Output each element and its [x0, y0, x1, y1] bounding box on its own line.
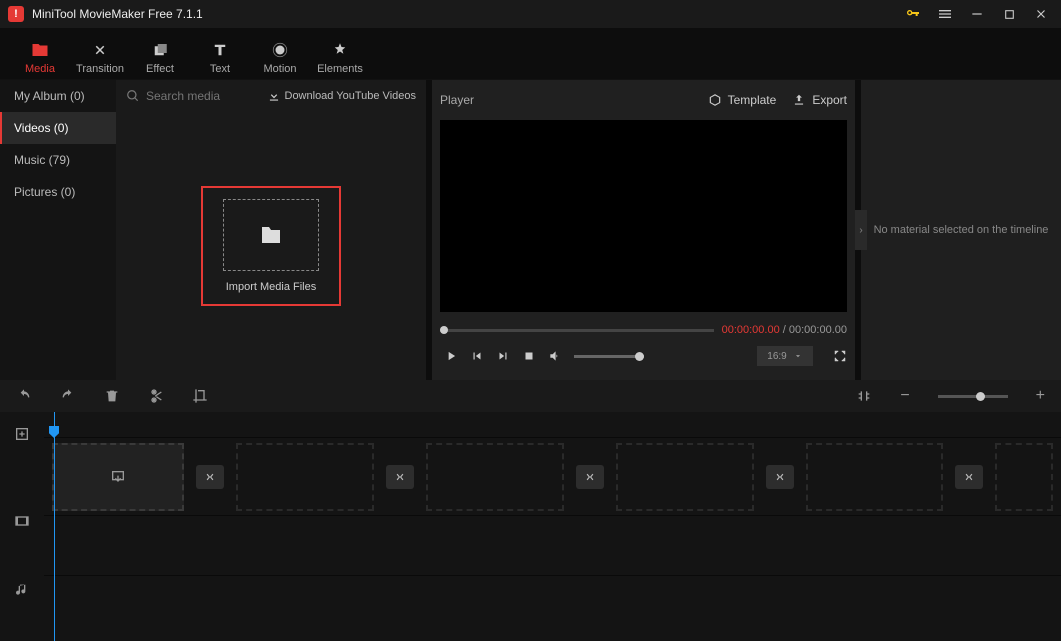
download-youtube-button[interactable]: Download YouTube Videos [267, 89, 417, 103]
split-button[interactable] [148, 388, 164, 404]
play-button[interactable] [444, 349, 458, 363]
export-icon [792, 93, 806, 107]
import-media-button[interactable]: Import Media Files [201, 186, 341, 306]
search-icon [126, 89, 140, 103]
stop-button[interactable] [522, 349, 536, 363]
template-label: Template [728, 93, 777, 107]
redo-button[interactable] [60, 388, 76, 404]
video-track-icon [0, 482, 44, 560]
video-track[interactable] [44, 438, 1061, 516]
tab-elements[interactable]: Elements [310, 36, 370, 79]
prev-frame-button[interactable] [470, 349, 484, 363]
chevron-down-icon [793, 351, 803, 361]
progress-slider[interactable] [440, 329, 714, 332]
maximize-button[interactable] [997, 2, 1021, 26]
tab-text-label: Text [210, 63, 230, 75]
template-icon [708, 93, 722, 107]
media-sidebar: My Album (0) Videos (0) Music (79) Pictu… [0, 80, 116, 380]
tab-media[interactable]: Media [10, 36, 70, 79]
undo-button[interactable] [16, 388, 32, 404]
zoom-in-button[interactable]: + [1036, 388, 1045, 404]
export-label: Export [812, 93, 847, 107]
tab-effect[interactable]: Effect [130, 36, 190, 79]
tab-elements-label: Elements [317, 63, 363, 75]
properties-panel: › No material selected on the timeline [861, 80, 1061, 380]
timeline-ruler[interactable] [44, 412, 1061, 438]
volume-slider[interactable] [574, 355, 644, 358]
clip-slot[interactable] [806, 443, 944, 511]
aspect-ratio-select[interactable]: 16:9 [757, 346, 813, 366]
zoom-out-button[interactable]: − [900, 388, 909, 404]
collapse-handle[interactable]: › [855, 210, 867, 250]
tab-media-label: Media [25, 63, 55, 75]
sidebar-item-pictures[interactable]: Pictures (0) [0, 176, 116, 208]
close-button[interactable] [1029, 2, 1053, 26]
clip-slot[interactable] [52, 443, 184, 511]
add-track-button[interactable] [0, 412, 44, 456]
export-button[interactable]: Export [792, 93, 847, 107]
tab-motion[interactable]: Motion [250, 36, 310, 79]
transition-slot[interactable] [766, 465, 794, 489]
minimize-button[interactable] [965, 2, 989, 26]
auto-fit-button[interactable] [856, 388, 872, 404]
import-media-label: Import Media Files [226, 281, 316, 293]
transition-slot[interactable] [196, 465, 224, 489]
transition-slot[interactable] [955, 465, 983, 489]
sidebar-item-music[interactable]: Music (79) [0, 144, 116, 176]
crop-button[interactable] [192, 388, 208, 404]
tab-transition-label: Transition [76, 63, 124, 75]
audio-track-icon [0, 560, 44, 620]
clip-slot[interactable] [426, 443, 564, 511]
delete-button[interactable] [104, 388, 120, 404]
download-icon [267, 89, 281, 103]
zoom-slider[interactable] [938, 395, 1008, 398]
properties-empty-label: No material selected on the timeline [874, 224, 1049, 236]
folder-icon [259, 223, 283, 247]
next-frame-button[interactable] [496, 349, 510, 363]
sidebar-item-videos[interactable]: Videos (0) [0, 112, 116, 144]
timeline [0, 412, 1061, 641]
main-tabs: Media Transition Effect Text Motion Elem… [0, 28, 1061, 80]
timeline-toolbar: − + [0, 380, 1061, 412]
player-label: Player [440, 93, 692, 107]
transition-slot[interactable] [576, 465, 604, 489]
hamburger-menu-button[interactable] [933, 2, 957, 26]
tab-text[interactable]: Text [190, 36, 250, 79]
volume-button[interactable] [548, 349, 562, 363]
timecode-total: 00:00:00.00 [789, 324, 847, 336]
clip-slot[interactable] [995, 443, 1053, 511]
tab-motion-label: Motion [263, 63, 296, 75]
audio-track[interactable] [44, 516, 1061, 576]
clip-slot[interactable] [236, 443, 374, 511]
fullscreen-button[interactable] [833, 349, 847, 363]
app-logo [8, 6, 24, 22]
video-preview [440, 120, 847, 312]
premium-key-button[interactable] [901, 2, 925, 26]
sidebar-item-my-album[interactable]: My Album (0) [0, 80, 116, 112]
aspect-ratio-label: 16:9 [767, 351, 786, 362]
tab-transition[interactable]: Transition [70, 36, 130, 79]
playhead[interactable] [54, 412, 55, 641]
transition-slot[interactable] [386, 465, 414, 489]
app-title: MiniTool MovieMaker Free 7.1.1 [32, 7, 901, 21]
clip-slot[interactable] [616, 443, 754, 511]
search-input[interactable] [146, 89, 246, 103]
tab-effect-label: Effect [146, 63, 174, 75]
timecode-current: 00:00:00.00 [722, 324, 780, 336]
timecode: 00:00:00.00 / 00:00:00.00 [722, 324, 847, 336]
download-youtube-label: Download YouTube Videos [285, 90, 417, 102]
template-button[interactable]: Template [708, 93, 777, 107]
